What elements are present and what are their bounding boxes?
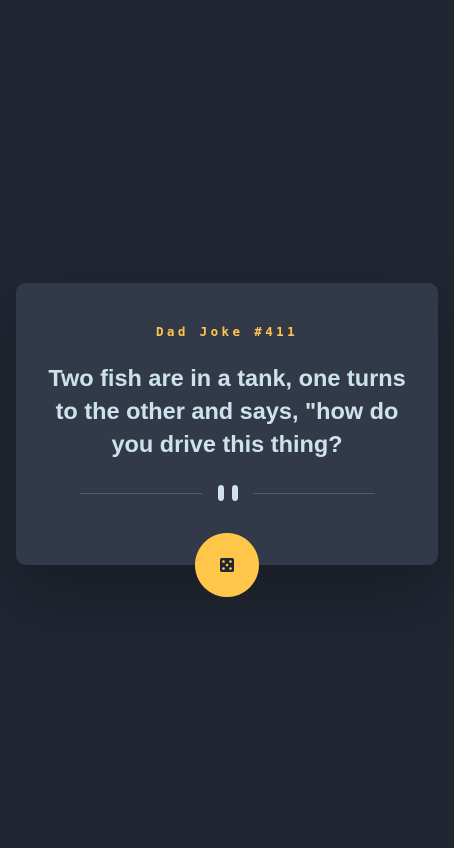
divider-line-right — [253, 493, 375, 494]
divider-line-left — [80, 493, 202, 494]
pause-icon — [218, 485, 238, 501]
advice-label: Dad Joke #411 — [155, 324, 299, 339]
dice-icon — [220, 558, 234, 572]
advice-text: Two fish are in a tank, one turns to the… — [48, 365, 406, 457]
new-joke-button[interactable] — [195, 533, 259, 597]
divider — [80, 485, 375, 501]
